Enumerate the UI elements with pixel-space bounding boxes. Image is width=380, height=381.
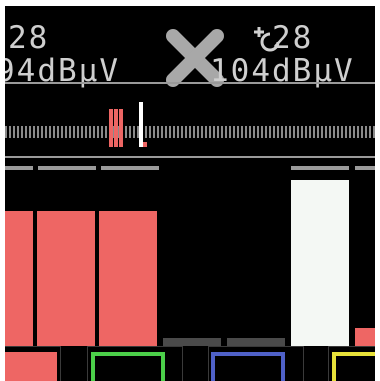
cap-4: [291, 166, 349, 170]
top-divider: [5, 82, 375, 84]
band-bar-1: [5, 211, 33, 346]
spectrum-strip: [5, 98, 375, 158]
softkey-green[interactable]: [91, 352, 165, 381]
cap-2: [38, 166, 96, 170]
spectrum-marker-red-1: [109, 109, 113, 147]
band-bar-3: [99, 211, 157, 346]
status-readouts: 28 94dBμV 28 104dBμV: [5, 6, 375, 87]
display-screen: 28 94dBμV 28 104dBμV: [5, 6, 375, 381]
softkey-row: [5, 344, 375, 381]
cap-3: [101, 166, 159, 170]
softkey-red[interactable]: [5, 352, 57, 381]
spectrum-marker-red-3: [119, 109, 123, 147]
band-panel: [5, 156, 375, 346]
band-bar-6: [291, 180, 349, 346]
device-frame: 28 94dBμV 28 104dBμV: [0, 0, 380, 381]
right-channel-number: 28: [272, 20, 314, 56]
softkey-yellow[interactable]: [332, 352, 375, 381]
left-channel-number: 28: [8, 20, 50, 56]
cap-5: [355, 166, 375, 170]
spectrum-marker-red-2: [114, 109, 118, 147]
spectrum-ticks: [5, 126, 375, 138]
spectrum-cursor[interactable]: [139, 102, 143, 147]
spectrum-marker-red-4: [143, 142, 147, 147]
softkey-blue[interactable]: [211, 352, 285, 381]
cap-1: [5, 166, 33, 170]
band-bar-2: [37, 211, 95, 346]
